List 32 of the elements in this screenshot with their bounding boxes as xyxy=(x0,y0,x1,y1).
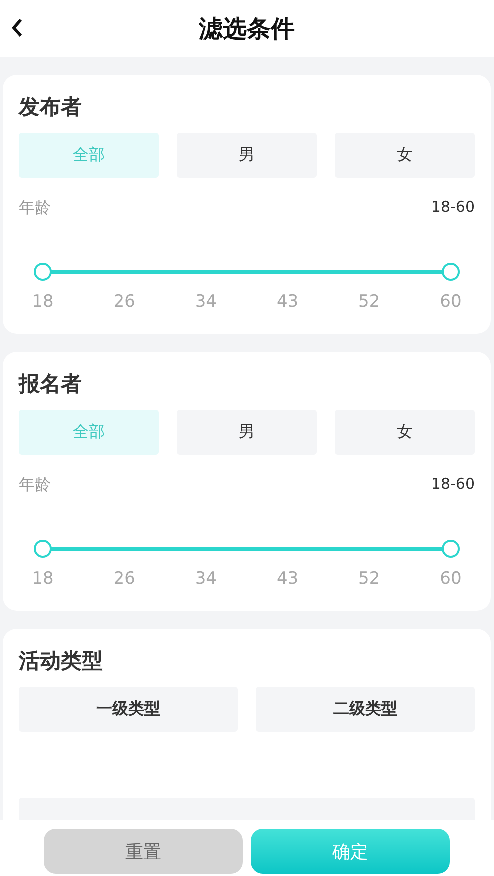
tick-label: 60 xyxy=(439,292,463,312)
tick-label: 18 xyxy=(31,569,55,589)
age-range-value: 18-60 xyxy=(431,198,475,218)
tick-label: 43 xyxy=(276,569,300,589)
reset-button[interactable]: 重置 xyxy=(44,829,243,874)
slider-thumb[interactable] xyxy=(34,263,52,281)
option-chip[interactable]: 二级类型 xyxy=(256,687,475,732)
age-label: 年龄 xyxy=(19,475,51,496)
page-title: 滤选条件 xyxy=(199,14,295,44)
section-title: 活动类型 xyxy=(19,648,104,675)
tick-label: 52 xyxy=(358,292,382,312)
tick-label: 60 xyxy=(439,569,463,589)
section-title: 发布者 xyxy=(19,94,83,121)
age-label: 年龄 xyxy=(19,198,51,219)
back-icon[interactable] xyxy=(10,17,24,39)
tick-label: 34 xyxy=(194,569,218,589)
slider-thumb[interactable] xyxy=(442,540,460,558)
slider-thumb[interactable] xyxy=(34,540,52,558)
option-chip[interactable]: 女 xyxy=(335,410,475,455)
option-chip[interactable]: 一级类型 xyxy=(19,687,238,732)
tick-label: 26 xyxy=(112,569,136,589)
option-chip[interactable]: 男 xyxy=(177,133,317,178)
tick-label: 18 xyxy=(31,292,55,312)
tick-label: 52 xyxy=(358,569,382,589)
tick-label: 26 xyxy=(112,292,136,312)
option-chip[interactable]: 男 xyxy=(177,410,317,455)
section-title: 报名者 xyxy=(19,371,83,398)
tick-label: 43 xyxy=(276,292,300,312)
option-chip[interactable]: 女 xyxy=(335,133,475,178)
age-range-value: 18-60 xyxy=(431,475,475,495)
slider-thumb[interactable] xyxy=(442,263,460,281)
tick-label: 34 xyxy=(194,292,218,312)
